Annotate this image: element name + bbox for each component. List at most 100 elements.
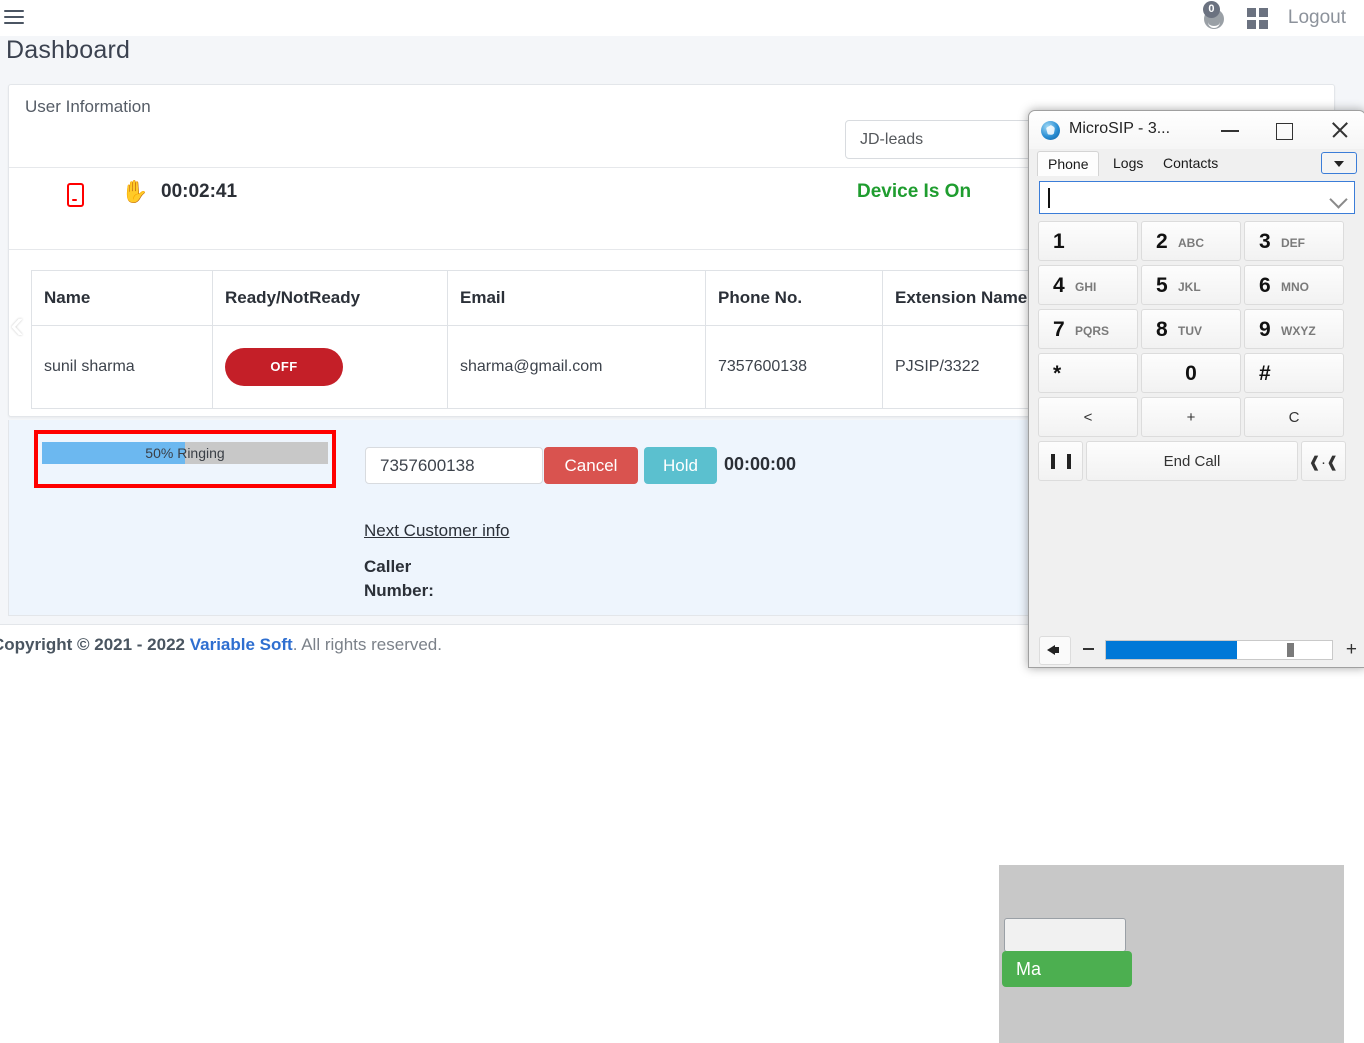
dialpad-letters: GHI: [1075, 280, 1097, 294]
page-title: Dashboard: [6, 36, 131, 64]
mobile-icon: [67, 183, 84, 207]
column-header-name: Name: [31, 270, 213, 326]
microsip-titlebar[interactable]: MicroSIP - 3...: [1029, 111, 1364, 150]
speaker-level-fill: [1106, 641, 1238, 659]
dialpad-letters: MNO: [1281, 280, 1309, 294]
dialpad-key-7[interactable]: 7 PQRS: [1038, 309, 1138, 349]
caller-number-label: Caller Number:: [364, 555, 474, 603]
dialpad-letters: WXYZ: [1281, 324, 1316, 338]
microsip-window-title: MicroSIP - 3...: [1069, 120, 1171, 137]
dropdown-menu-icon[interactable]: [1321, 152, 1357, 174]
dialpad-digit: 8: [1156, 318, 1168, 341]
column-header-email: Email: [447, 270, 706, 326]
progress-label: 50% Ringing: [145, 445, 225, 461]
dialpad-key-5[interactable]: 5 JKL: [1141, 265, 1241, 305]
clear-button[interactable]: C: [1244, 397, 1344, 437]
dial-number-field[interactable]: 7357600138: [365, 447, 543, 484]
text-caret: [1048, 188, 1050, 208]
plus-label: +: [1186, 409, 1196, 426]
make-call-button[interactable]: Ma: [1002, 951, 1132, 987]
logout-button[interactable]: Logout: [1288, 7, 1346, 29]
call-progress-bar: 50% Ringing: [42, 442, 328, 464]
column-header-ready: Ready/NotReady: [212, 270, 448, 326]
hamburger-icon[interactable]: [4, 10, 24, 26]
dialpad-key-4[interactable]: 4 GHI: [1038, 265, 1138, 305]
notifications-button[interactable]: 0: [1201, 1, 1227, 31]
microsip-window: MicroSIP - 3... Phone Logs Contacts 1 2 …: [1028, 110, 1364, 668]
dialpad-key-3[interactable]: 3 DEF: [1244, 221, 1344, 261]
cell-ready: OFF: [212, 325, 448, 409]
topbar-actions: 0 Logout: [1201, 0, 1364, 36]
call-duration-timer: 00:00:00: [724, 454, 797, 474]
caller-label-line1: Caller: [364, 557, 412, 576]
dialpad-digit: 1: [1053, 230, 1065, 253]
backspace-label: <: [1083, 409, 1093, 426]
hold-button[interactable]: Hold: [644, 447, 717, 484]
copyright-text: Copyright © 2021 - 2022 Variable Soft. A…: [0, 635, 442, 655]
dialpad-key-hash[interactable]: #: [1244, 353, 1344, 393]
pause-glyph: [1050, 454, 1071, 469]
secondary-input-field[interactable]: [1004, 918, 1126, 952]
microsip-logo-icon: [1041, 121, 1060, 140]
backspace-button[interactable]: <: [1038, 397, 1138, 437]
transfer-icon[interactable]: ❰·❰: [1301, 441, 1346, 481]
speaker-increase-button[interactable]: +: [1346, 640, 1357, 659]
dialpad-digit: 5: [1156, 274, 1168, 297]
copyright-prefix: Copyright © 2021 - 2022: [0, 635, 190, 654]
tab-contacts[interactable]: Contacts: [1153, 152, 1228, 175]
copyright-suffix: . All rights reserved.: [292, 635, 442, 654]
clear-label: C: [1288, 409, 1300, 426]
maximize-icon[interactable]: [1261, 111, 1307, 149]
dialpad-letters: TUV: [1178, 324, 1202, 338]
dialpad-key-0[interactable]: 0: [1141, 353, 1241, 393]
dialpad-letters: PQRS: [1075, 324, 1110, 338]
tab-logs[interactable]: Logs: [1103, 152, 1153, 175]
dialpad-digit: 4: [1053, 274, 1065, 297]
company-link[interactable]: Variable Soft: [190, 635, 293, 654]
dialpad-key-9[interactable]: 9 WXYZ: [1244, 309, 1344, 349]
cell-phone: 7357600138: [705, 325, 883, 409]
dialpad-letters: JKL: [1178, 280, 1201, 294]
dialpad-key-star[interactable]: *: [1038, 353, 1138, 393]
hand-icon: ✋: [121, 179, 149, 204]
column-header-phone: Phone No.: [705, 270, 883, 326]
dialpad-key-8[interactable]: 8 TUV: [1141, 309, 1241, 349]
dialpad-key-1[interactable]: 1: [1038, 221, 1138, 261]
plus-button[interactable]: +: [1141, 397, 1241, 437]
speaker-volume-row: +: [1039, 636, 1359, 667]
ready-toggle-button[interactable]: OFF: [225, 348, 343, 386]
top-navbar: 0 Logout: [0, 0, 1364, 36]
close-icon[interactable]: [1317, 111, 1363, 149]
end-call-button[interactable]: End Call: [1086, 441, 1298, 481]
dialpad-letters: ABC: [1178, 236, 1204, 250]
caller-label-line2: Number:: [364, 581, 434, 600]
dialpad-digit: 7: [1053, 318, 1065, 341]
lead-select[interactable]: JD-leads: [845, 120, 1035, 159]
chevron-down-icon[interactable]: [1329, 190, 1348, 209]
dialpad-digit: 3: [1259, 230, 1271, 253]
page-title-bar: [0, 36, 1364, 79]
speaker-slider[interactable]: [1105, 640, 1333, 660]
microsip-number-input[interactable]: [1039, 181, 1355, 214]
microsip-tabbar: Phone Logs Contacts: [1029, 149, 1364, 176]
next-customer-info-link[interactable]: Next Customer info: [364, 521, 510, 541]
session-timer: 00:02:41: [161, 181, 238, 202]
dialpad-digit: 2: [1156, 230, 1168, 253]
pause-icon[interactable]: [1038, 441, 1083, 481]
dialpad-key-6[interactable]: 6 MNO: [1244, 265, 1344, 305]
speaker-slider-thumb[interactable]: [1286, 643, 1294, 657]
end-call-label: End Call: [1163, 453, 1221, 470]
grid-icon[interactable]: [1246, 7, 1268, 29]
dialpad-digit: *: [1053, 362, 1062, 385]
dialpad-digit: #: [1259, 362, 1271, 385]
speaker-decrease-button[interactable]: [1083, 648, 1094, 650]
dialpad-digit: 6: [1259, 274, 1271, 297]
device-status-text: Device Is On: [857, 181, 972, 202]
chevron-left-icon[interactable]: ‹: [10, 303, 44, 347]
minimize-icon[interactable]: [1207, 111, 1253, 149]
tab-phone[interactable]: Phone: [1037, 151, 1100, 176]
dialpad-key-2[interactable]: 2 ABC: [1141, 221, 1241, 261]
microsip-dialpad: 1 2 ABC 3 DEF 4 GHI 5 JKL 6 MNO 7 PQRS 8: [1038, 221, 1356, 485]
cancel-button[interactable]: Cancel: [544, 447, 638, 484]
speaker-icon[interactable]: [1039, 636, 1071, 665]
